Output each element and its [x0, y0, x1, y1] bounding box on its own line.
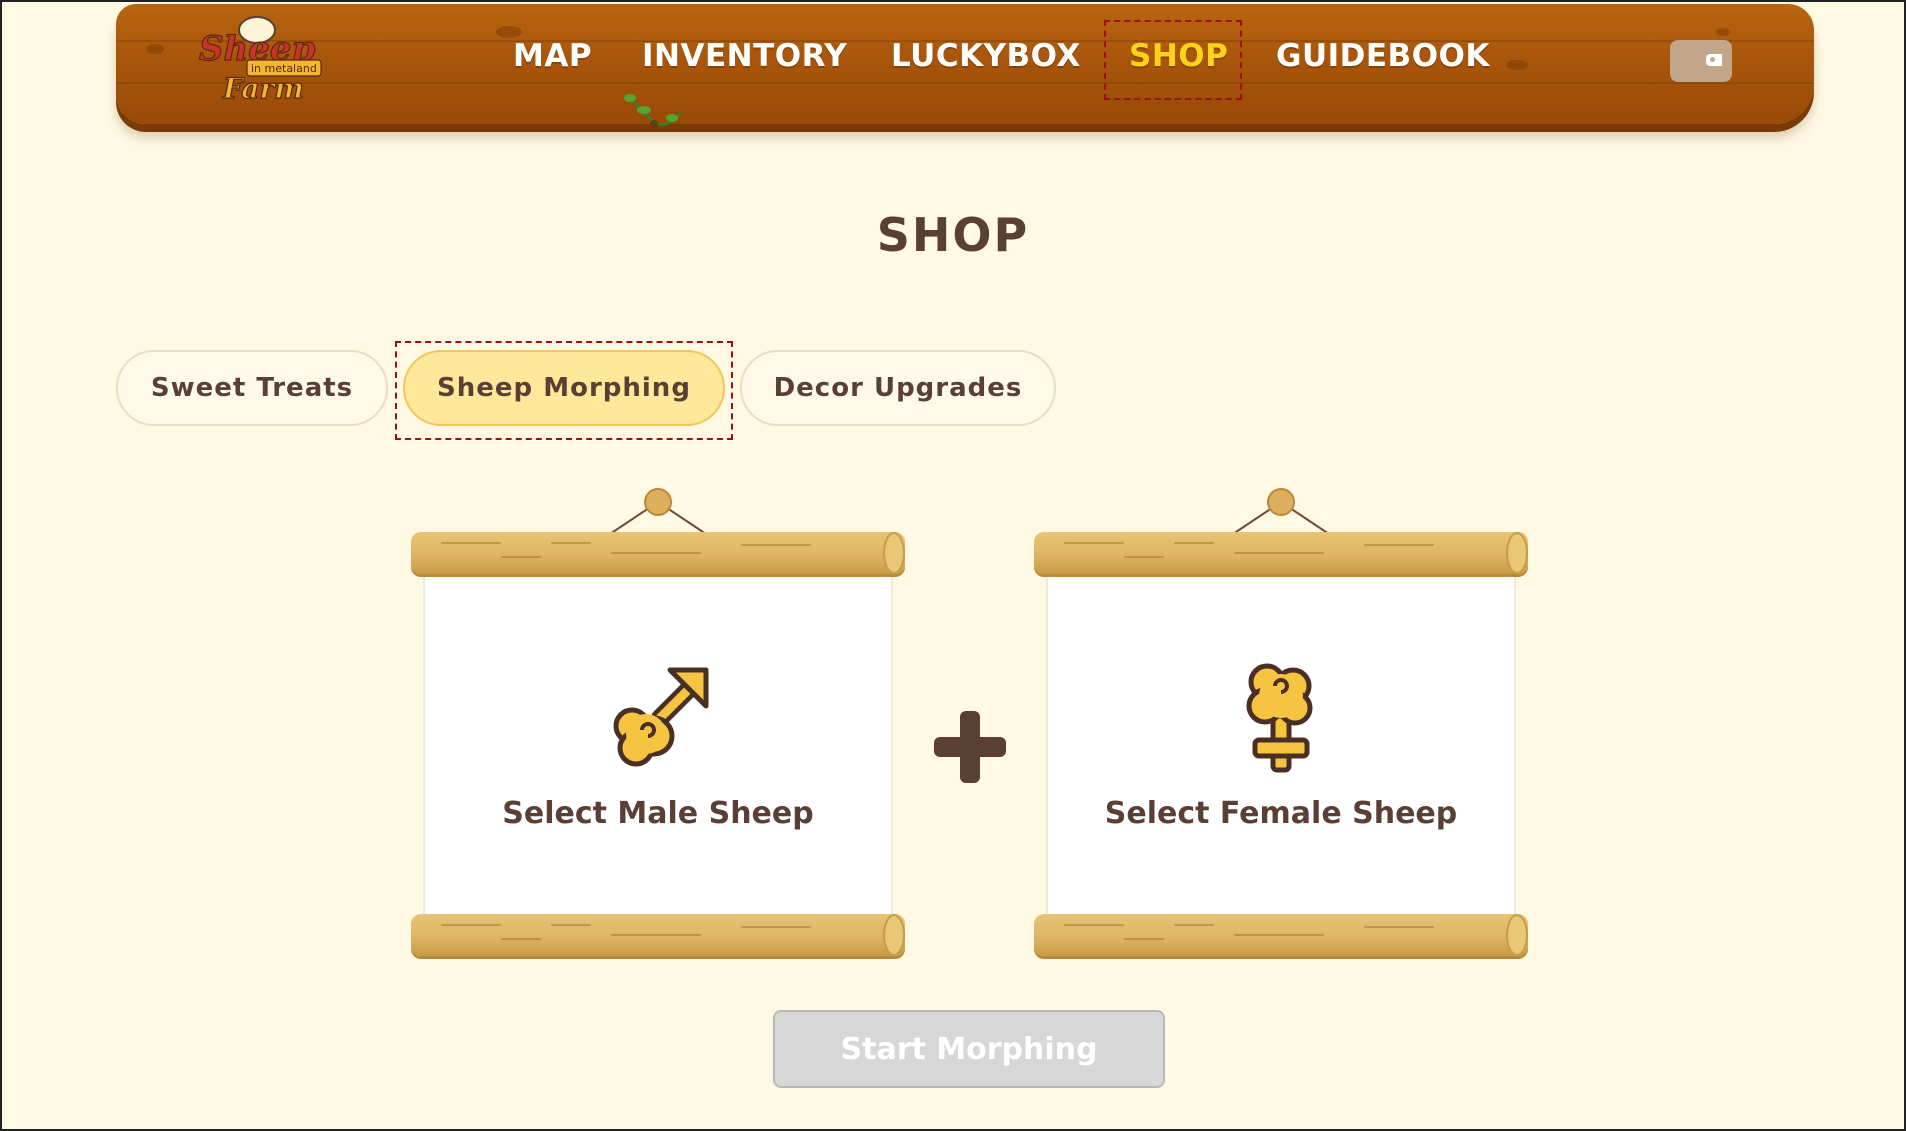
tab-decor-upgrades[interactable]: Decor Upgrades — [740, 350, 1056, 426]
male-sheep-icon — [613, 667, 709, 767]
nav-luckybox[interactable]: LUCKYBOX — [891, 38, 1081, 74]
scroll-top-rod — [411, 532, 905, 574]
female-sheep-icon — [1246, 663, 1313, 773]
select-female-sheep-label: Select Female Sheep — [1104, 796, 1458, 831]
wallet-button[interactable] — [1670, 40, 1732, 82]
start-morphing-button[interactable]: Start Morphing — [773, 1010, 1165, 1088]
tab-highlight-box — [395, 341, 733, 440]
tab-sweet-treats[interactable]: Sweet Treats — [116, 350, 388, 426]
select-male-sheep-card[interactable]: Select Male Sheep — [411, 488, 905, 958]
nav-map[interactable]: MAP — [513, 38, 592, 74]
nav-guidebook[interactable]: GUIDEBOOK — [1276, 38, 1490, 74]
nav-links: MAP INVENTORY LUCKYBOX SHOP GUIDEBOOK — [0, 0, 1906, 1131]
page-title: SHOP — [876, 208, 1030, 262]
scroll-bottom-rod — [411, 914, 905, 956]
select-female-sheep-card[interactable]: Select Female Sheep — [1034, 488, 1528, 958]
wallet-icon — [1706, 54, 1722, 66]
scroll-bottom-rod — [1034, 914, 1528, 956]
nav-shop-highlight-box — [1104, 20, 1242, 100]
select-male-sheep-label: Select Male Sheep — [502, 796, 814, 831]
nav-inventory[interactable]: INVENTORY — [642, 38, 847, 74]
plus-icon — [934, 711, 1006, 783]
scroll-top-rod — [1034, 532, 1528, 574]
